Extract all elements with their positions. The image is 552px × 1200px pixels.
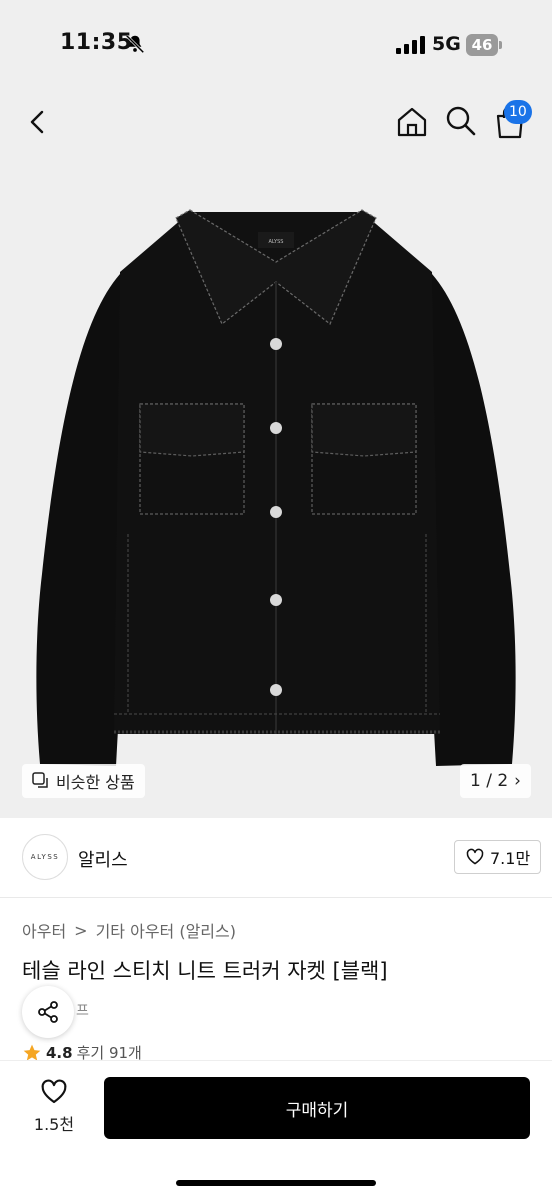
product-title: 테슬 라인 스티치 니트 트러커 자켓 [블랙] [22, 959, 388, 983]
brand-like-button[interactable]: 7.1만 [454, 840, 542, 874]
garment-label-text: ALYSS [269, 239, 284, 245]
similar-items-icon [32, 772, 48, 788]
purchase-bar: 1.5천 구매하기 [0, 1060, 552, 1200]
status-bar: 11:35 5G 46 [0, 0, 552, 90]
cart-count-badge: 10 [504, 100, 532, 124]
breadcrumb-item-outer[interactable]: 아우터 [22, 918, 66, 942]
status-time: 11:35 [60, 30, 133, 55]
heart-outline-icon [41, 1079, 67, 1104]
share-button[interactable] [22, 986, 74, 1038]
home-icon[interactable] [394, 104, 430, 140]
breadcrumb-item-other-outer[interactable]: 기타 아우터 (알리스) [96, 918, 236, 942]
image-pager-count: 1 / 2 [470, 771, 509, 791]
brand-name[interactable]: 알리스 [78, 846, 128, 872]
product-jacket-image: ALYSS [36, 209, 516, 766]
network-type: 5G [432, 33, 461, 55]
product-subtext: 프 [76, 1003, 89, 1019]
top-nav: 10 [0, 90, 552, 154]
signal-icon [396, 36, 425, 54]
heart-outline-icon [466, 848, 484, 865]
back-arrow-icon[interactable] [22, 106, 54, 138]
breadcrumb-separator: > [74, 920, 88, 940]
buy-button[interactable]: 구매하기 [104, 1077, 530, 1139]
breadcrumb: 아우터 > 기타 아우터 (알리스) [22, 918, 236, 942]
search-icon[interactable] [444, 104, 478, 138]
brand-logo[interactable]: ALYSS [22, 834, 68, 880]
battery-icon: 46 [466, 34, 502, 56]
rating-score: 4.8 [46, 1043, 73, 1062]
image-pager[interactable]: 1 / 2 › [460, 764, 531, 798]
brand-logo-text: ALYSS [30, 853, 60, 861]
brand-like-count: 7.1만 [490, 849, 531, 868]
home-indicator [176, 1180, 376, 1186]
wishlist-count: 1.5천 [33, 1115, 75, 1134]
battery-level: 46 [471, 36, 493, 54]
share-icon [38, 1001, 58, 1023]
similar-products-label: 비슷한 상품 [56, 773, 135, 792]
wishlist-button[interactable]: 1.5천 [22, 1077, 86, 1141]
chevron-right-icon: › [514, 771, 521, 791]
bell-muted-icon [125, 34, 145, 54]
product-image-carousel[interactable]: ALYSS 비슷한 상품 1 / 2 › [0, 154, 552, 818]
brand-row: ALYSS 알리스 7.1만 [0, 818, 552, 898]
similar-products-button[interactable]: 비슷한 상품 [22, 764, 145, 798]
